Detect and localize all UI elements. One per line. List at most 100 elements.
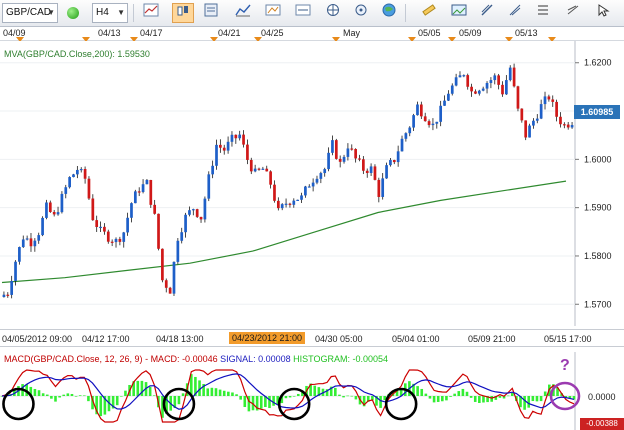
bull-candle [535, 118, 539, 121]
histogram-bar [531, 396, 535, 402]
chart-window: GBP/CAD ▼ H4 ▼ 04/09 04/13 04/17 04/21 0… [0, 0, 624, 430]
bear-candle [257, 168, 261, 170]
bull-candle [489, 80, 493, 83]
bear-candle [354, 149, 357, 159]
date-label: 04/25 [261, 28, 284, 38]
histogram-bar [268, 396, 271, 409]
time-label: 04/05/2012 09:00 [2, 334, 73, 344]
histogram-bar [206, 388, 210, 396]
screenshot-icon[interactable] [448, 3, 470, 23]
bear-candle [273, 184, 276, 201]
bull-candle [76, 169, 79, 175]
histogram-bar [41, 393, 45, 396]
bear-candle [6, 294, 10, 296]
histogram-bar [66, 393, 70, 396]
bull-candle [60, 193, 64, 213]
bull-candle [99, 226, 102, 229]
trendline-icon[interactable] [476, 3, 498, 23]
bull-candle [14, 261, 17, 281]
histogram-bar [259, 396, 263, 409]
bull-candle [230, 134, 234, 142]
histogram-bar [461, 388, 465, 396]
bull-candle [207, 174, 211, 199]
cursor-icon[interactable] [322, 3, 344, 23]
bear-candle [350, 148, 354, 150]
bull-candle [261, 168, 265, 170]
bear-candle [249, 159, 253, 172]
zoom-icon[interactable] [292, 3, 314, 23]
ruler-icon[interactable] [418, 3, 440, 23]
timeframe-label: H4 [96, 7, 109, 18]
bear-candle [242, 134, 245, 145]
bear-candle [362, 159, 365, 171]
histogram-bar [523, 396, 526, 410]
more-icon[interactable] [562, 3, 584, 23]
bull-candle [539, 104, 543, 119]
bear-candle [106, 231, 110, 242]
histogram-bar [239, 396, 242, 400]
bull-candle [68, 177, 71, 188]
bull-candle [311, 182, 315, 187]
bull-candle [253, 168, 257, 172]
moving-average-label: MVA(GBP/CAD.Close,200): 1.59530 [4, 49, 150, 59]
list-icon[interactable] [532, 3, 554, 23]
histogram-bar [334, 387, 337, 396]
toolbar-divider [133, 4, 134, 22]
histogram-bar [124, 390, 127, 396]
chevron-down-icon: ▼ [117, 8, 125, 17]
bull-candle [508, 67, 512, 81]
price-tick-label: 1.5700 [584, 299, 612, 309]
histogram-bar [152, 395, 156, 396]
time-label: 04/30 05:00 [315, 334, 363, 344]
date-label: 05/09 [459, 28, 482, 38]
bear-candle [373, 166, 377, 180]
bear-candle [288, 203, 292, 205]
time-label: 05/04 01:00 [392, 334, 440, 344]
histogram-bar [436, 396, 440, 402]
bull-candle [369, 166, 373, 174]
histogram-bar [350, 395, 354, 397]
properties-icon[interactable] [200, 3, 222, 23]
timeframe-select[interactable]: H4 ▼ [92, 3, 128, 23]
drawing-icon[interactable] [262, 3, 284, 23]
bull-candle [307, 186, 311, 188]
macd-header: MACD(GBP/CAD.Close, 12, 26, 9) - MACD: -… [4, 354, 389, 364]
price-chart[interactable]: 1.62001.61001.60001.59001.58001.5700 [0, 41, 624, 326]
histogram-bar [87, 396, 90, 402]
histogram-bar [120, 396, 123, 397]
histogram-bar [478, 396, 481, 404]
histogram-bar [510, 392, 514, 396]
bear-candle [265, 168, 269, 172]
fibonacci-icon[interactable] [504, 3, 526, 23]
bull-candle [458, 75, 462, 78]
bar-chart-icon[interactable] [140, 3, 162, 23]
bull-candle [215, 144, 218, 166]
indicators-icon[interactable] [232, 3, 254, 23]
bull-candle [416, 104, 419, 116]
histogram-bar [428, 396, 432, 399]
bull-candle [304, 186, 307, 196]
bull-candle [462, 75, 466, 77]
world-icon[interactable] [378, 3, 400, 23]
bear-candle [427, 121, 431, 126]
bear-candle [474, 91, 477, 94]
bull-candle [126, 217, 129, 233]
date-label: 05/05 [418, 28, 441, 38]
bull-candle [481, 88, 485, 91]
time-label: 04/18 13:00 [156, 334, 204, 344]
bull-candle [319, 173, 323, 179]
symbol-select[interactable]: GBP/CAD ▼ [2, 3, 58, 23]
time-label: 04/12 17:00 [82, 334, 130, 344]
bear-candle [497, 75, 500, 85]
status-dot-icon[interactable] [62, 3, 84, 23]
bear-candle [153, 204, 157, 214]
bear-candle [118, 238, 122, 242]
pointer-icon[interactable] [592, 3, 614, 23]
candlestick-icon[interactable] [172, 3, 194, 23]
histogram-bar [62, 394, 66, 396]
date-label: May [343, 28, 361, 38]
bear-candle [91, 198, 95, 221]
bear-candle [547, 96, 551, 100]
bull-candle [2, 294, 6, 298]
crosshair-icon[interactable] [350, 3, 372, 23]
